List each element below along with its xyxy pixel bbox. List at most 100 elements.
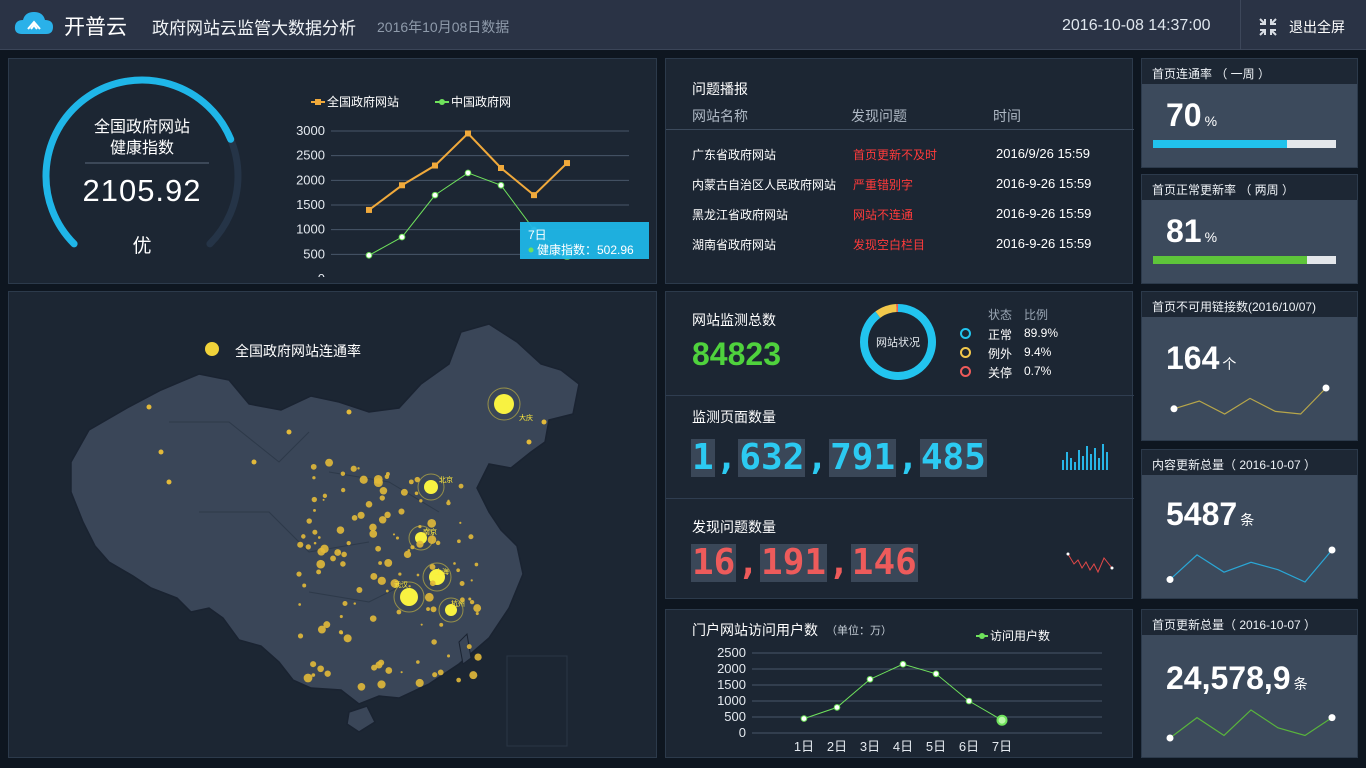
issue-site: 黑龙江省政府网站 <box>692 208 789 222</box>
site-dot <box>384 558 393 567</box>
site-dot <box>336 526 345 534</box>
data-point <box>498 165 504 171</box>
site-dot <box>414 491 419 496</box>
site-dot <box>338 550 341 553</box>
sparkline <box>1173 387 1327 415</box>
exit-fullscreen-button[interactable]: 退出全屏 <box>1240 0 1366 50</box>
site-dot <box>398 508 405 515</box>
status-dot <box>960 328 971 339</box>
y-tick-label: 3000 <box>296 123 325 138</box>
data-point <box>365 252 373 259</box>
y-tick-label: 1500 <box>296 197 325 212</box>
sparkline-endpoint <box>1166 734 1174 742</box>
y-tick-label: 2000 <box>717 661 746 676</box>
site-dot <box>146 404 152 410</box>
site-dot <box>453 562 456 565</box>
sparkline-endpoint <box>1322 384 1330 392</box>
x-tick-label: 2日 <box>827 739 847 754</box>
sparkline-endpoint <box>1166 576 1174 584</box>
issue-row[interactable]: 黑龙江省政府网站 网站不连通 2016-9-26 15:59 <box>666 199 1134 229</box>
data-point <box>899 660 907 668</box>
site-dot <box>400 488 408 496</box>
site-dot <box>322 498 325 501</box>
y-tick-label: 500 <box>724 709 746 724</box>
site-dot <box>338 630 343 635</box>
problems-count-value: 16,191,146 <box>691 542 918 583</box>
site-dot <box>408 479 414 485</box>
site-dot <box>419 499 423 503</box>
problems-digits-group: 191 <box>760 542 828 583</box>
status-name: 正常 <box>988 328 1013 342</box>
status-name: 关停 <box>988 366 1013 380</box>
tooltip-value: 健康指数：502.96 <box>537 242 634 257</box>
issue-time: 2016-9-26 15:59 <box>996 206 1092 221</box>
site-dot <box>324 670 331 677</box>
site-dot <box>392 533 396 536</box>
health-chart-legend: 全国政府网站 中国政府网 <box>311 94 511 109</box>
site-dot <box>407 549 411 552</box>
site-dot <box>346 409 352 415</box>
site-dot <box>470 579 473 582</box>
exit-fullscreen-icon <box>1259 18 1277 36</box>
card-value: 164 个 <box>1166 340 1237 376</box>
issue-row[interactable]: 广东省政府网站 首页更新不及时 2016/9/26 15:59 <box>666 139 1134 169</box>
col-problem-header: 发现问题 <box>851 108 907 124</box>
donut-label: 网站状况 <box>876 335 920 349</box>
portal-visits-panel: 门户网站访问用户数 （单位：万） 访问用户数 2500 2000 1500 1000 5… <box>665 609 1133 758</box>
issue-problem: 严重错别字 <box>853 178 914 192</box>
status-dot <box>960 366 971 377</box>
city-dot <box>494 394 514 414</box>
card-value: 81% <box>1166 213 1218 249</box>
issue-site: 湖南省政府网站 <box>692 238 777 252</box>
cloud-logo-icon <box>14 12 53 34</box>
card-title: 首页不可用链接数(2016/10/07) <box>1142 292 1357 317</box>
site-dot <box>316 559 326 569</box>
site-dot <box>313 541 317 545</box>
city-label-nanjing: 南京 <box>423 527 437 536</box>
progress-fill <box>1153 256 1307 264</box>
y-tick-label: 1000 <box>717 693 746 708</box>
china-map[interactable]: 大庆 北京 武汉 上海 杭州 南京 <box>49 312 609 752</box>
update-progress-bar <box>1153 256 1336 264</box>
y-tick-label: 2000 <box>296 172 325 187</box>
site-dot <box>313 508 316 512</box>
site-dot <box>458 483 464 489</box>
site-dot <box>432 672 438 678</box>
site-dot <box>158 449 164 455</box>
site-dot <box>311 673 316 677</box>
issue-row[interactable]: 内蒙古自治区人民政府网站 严重错别字 2016-9-26 15:59 <box>666 169 1134 199</box>
health-chart-tooltip: 7日 健康指数：502.96 <box>520 222 649 259</box>
site-dot <box>350 465 357 472</box>
status-ratio: 0.7% <box>1024 364 1052 378</box>
exit-fullscreen-label: 退出全屏 <box>1289 19 1345 35</box>
south-sea-inset <box>506 655 568 747</box>
site-dot <box>369 529 378 538</box>
site-dot <box>429 580 436 587</box>
site-dot <box>334 549 342 556</box>
site-dot <box>385 589 389 593</box>
donut-slice <box>875 304 897 318</box>
site-dot <box>437 669 444 676</box>
issue-problem: 发现空白栏目 <box>853 238 926 252</box>
site-dot <box>385 667 393 674</box>
card-sparkline <box>1170 384 1330 415</box>
card-sparkline <box>1166 709 1336 742</box>
pages-digits-group: 632 <box>738 437 806 478</box>
current-datetime: 2016-10-08 14:37:00 <box>1062 17 1211 34</box>
total-sites-value: 84823 <box>692 336 781 372</box>
site-dot <box>359 475 368 484</box>
series-line <box>803 663 1003 721</box>
site-dot <box>341 487 346 493</box>
site-dot <box>474 562 479 567</box>
china-mainland-shape <box>70 323 580 705</box>
data-point <box>531 192 537 199</box>
card-update-rate: 首页正常更新率 （ 两周 ） 81% <box>1141 174 1358 284</box>
card-broken-links: 首页不可用链接数(2016/10/07) 164 个 <box>1141 291 1358 441</box>
data-point <box>833 704 841 711</box>
data-point <box>431 191 439 199</box>
site-dot <box>416 540 424 548</box>
issue-row[interactable]: 湖南省政府网站 发现空白栏目 2016-9-26 15:59 <box>666 229 1134 259</box>
pages-digits-group: 1 <box>691 437 715 478</box>
city-label-shanghai: 上海 <box>435 567 449 576</box>
site-dot <box>446 500 451 506</box>
